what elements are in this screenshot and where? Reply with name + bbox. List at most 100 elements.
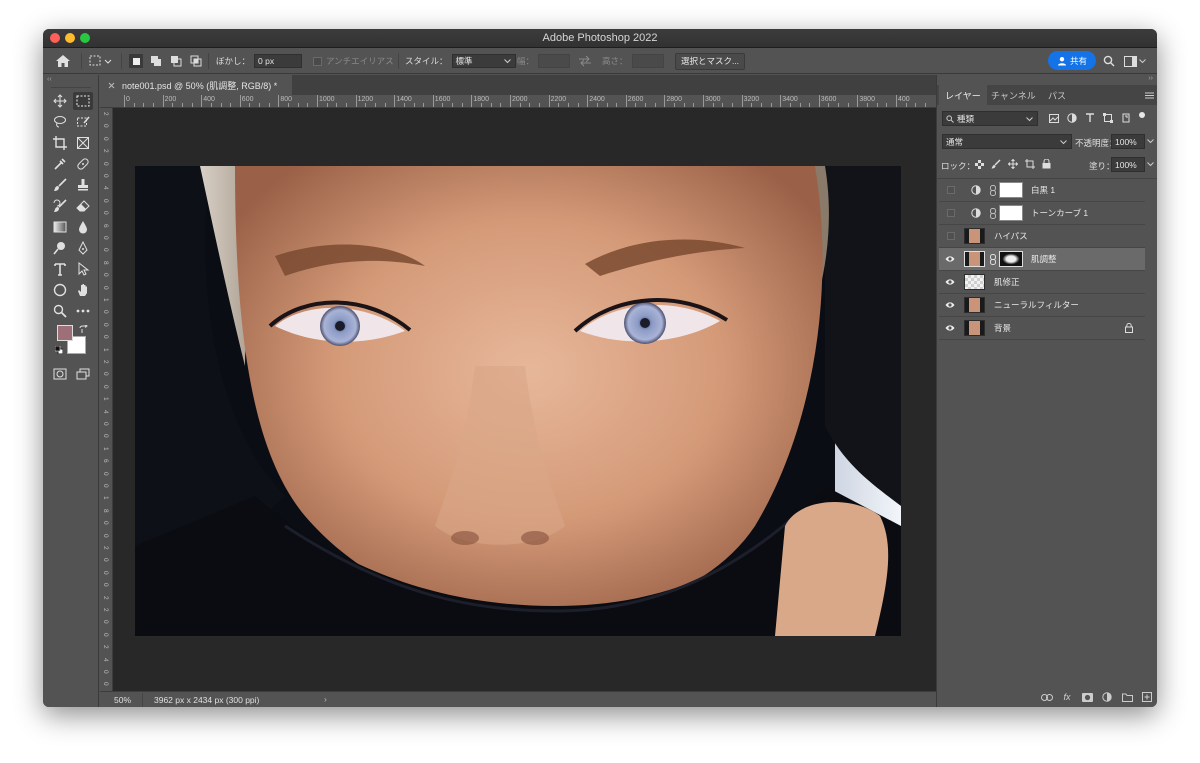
layer-row-skin-fix[interactable]: 肌修正 bbox=[939, 271, 1145, 294]
layer-row-high-pass[interactable]: ハイパス bbox=[939, 225, 1145, 248]
layer-filter-select[interactable]: 種類 bbox=[942, 111, 1038, 126]
close-icon[interactable] bbox=[108, 82, 115, 89]
history-brush-tool[interactable] bbox=[50, 197, 70, 215]
feather-input[interactable]: 0 px bbox=[254, 54, 303, 68]
new-layer-button[interactable] bbox=[1140, 690, 1154, 704]
search-button[interactable] bbox=[1103, 48, 1115, 74]
shape-filter-icon[interactable] bbox=[1103, 113, 1113, 123]
eyedropper-tool[interactable] bbox=[50, 155, 70, 173]
chevron-down-icon[interactable] bbox=[1147, 162, 1154, 167]
path-selection-tool[interactable] bbox=[73, 260, 93, 278]
width-input[interactable] bbox=[538, 54, 571, 68]
chevron-right-icon[interactable]: › bbox=[324, 694, 327, 704]
rect-marquee-tool[interactable] bbox=[73, 92, 93, 110]
mask-thumbnail[interactable] bbox=[999, 182, 1023, 198]
collapse-chevron-icon[interactable]: ‹‹ bbox=[47, 76, 52, 83]
brush-tool[interactable] bbox=[50, 176, 70, 194]
select-and-mask-button[interactable]: 選択とマスク... bbox=[675, 52, 745, 70]
eye-icon[interactable] bbox=[945, 254, 955, 264]
healing-brush-tool[interactable] bbox=[73, 155, 93, 173]
layer-row-neural-filter[interactable]: ニューラルフィルター bbox=[939, 294, 1145, 317]
height-input[interactable] bbox=[631, 54, 664, 68]
layer-row-curves[interactable]: トーンカーブ 1 bbox=[939, 202, 1145, 225]
blend-mode-select[interactable]: 通常 bbox=[942, 134, 1072, 149]
eraser-tool[interactable] bbox=[73, 197, 93, 215]
hand-tool[interactable] bbox=[73, 281, 93, 299]
blur-tool[interactable] bbox=[73, 218, 93, 236]
adjustment-filter-icon[interactable] bbox=[1067, 113, 1077, 123]
eye-icon[interactable] bbox=[945, 323, 955, 333]
chevron-down-icon[interactable] bbox=[1147, 139, 1154, 144]
opacity-input[interactable]: 100% bbox=[1111, 134, 1145, 149]
collapse-chevron-icon[interactable]: ›› bbox=[1148, 75, 1153, 82]
layer-thumbnail[interactable] bbox=[964, 320, 985, 336]
lock-all-icon[interactable] bbox=[1042, 159, 1051, 169]
tab-channels[interactable]: チャンネル bbox=[985, 85, 1042, 105]
layer-row-background[interactable]: 背景 bbox=[939, 317, 1145, 340]
filter-toggle-icon[interactable] bbox=[1139, 112, 1145, 118]
lasso-tool[interactable] bbox=[50, 113, 70, 131]
panel-menu-icon[interactable] bbox=[1145, 92, 1154, 99]
add-mask-button[interactable] bbox=[1080, 690, 1094, 704]
tab-paths[interactable]: パス bbox=[1042, 85, 1072, 105]
image-filter-icon[interactable] bbox=[1049, 113, 1059, 123]
swap-colors-icon[interactable] bbox=[79, 325, 88, 334]
smart-object-filter-icon[interactable] bbox=[1121, 113, 1131, 123]
visibility-toggle-off[interactable] bbox=[947, 186, 955, 194]
home-button[interactable] bbox=[55, 48, 71, 74]
document-info[interactable]: 3962 px x 2434 px (300 ppi) bbox=[154, 695, 259, 705]
style-select[interactable]: 標準 bbox=[451, 54, 516, 68]
pen-tool[interactable] bbox=[73, 239, 93, 257]
intersect-selection-icon[interactable] bbox=[189, 54, 203, 68]
dodge-tool[interactable] bbox=[50, 239, 70, 257]
new-group-button[interactable] bbox=[1120, 690, 1134, 704]
lock-pixels-icon[interactable] bbox=[991, 159, 1001, 169]
foreground-color-swatch[interactable] bbox=[57, 325, 73, 341]
layer-row-black-white[interactable]: 白黒 1 bbox=[939, 179, 1145, 202]
lock-transparent-icon[interactable] bbox=[975, 159, 984, 169]
antialias-checkbox[interactable] bbox=[313, 56, 322, 66]
lock-artboard-icon[interactable] bbox=[1025, 159, 1035, 169]
swap-dimensions-button[interactable] bbox=[578, 48, 592, 74]
gradient-tool[interactable] bbox=[50, 218, 70, 236]
type-tool[interactable] bbox=[50, 260, 70, 278]
move-tool[interactable] bbox=[50, 92, 70, 110]
eye-icon[interactable] bbox=[945, 300, 955, 310]
layer-row-skin-adjust[interactable]: 肌調整 bbox=[939, 248, 1145, 271]
type-filter-icon[interactable] bbox=[1085, 113, 1095, 123]
more-tools[interactable] bbox=[73, 302, 93, 320]
eye-icon[interactable] bbox=[945, 277, 955, 287]
ellipse-tool[interactable] bbox=[50, 281, 70, 299]
document-image[interactable] bbox=[135, 166, 901, 636]
layer-thumbnail[interactable] bbox=[964, 297, 985, 313]
subtract-selection-icon[interactable] bbox=[169, 54, 183, 68]
document-tab[interactable]: note001.psd @ 50% (肌調整, RGB/8) * bbox=[100, 75, 292, 95]
zoom-tool[interactable] bbox=[50, 302, 70, 320]
crop-tool[interactable] bbox=[50, 134, 70, 152]
canvas-area[interactable] bbox=[113, 108, 936, 691]
zoom-level[interactable]: 50% bbox=[114, 695, 131, 705]
lock-position-icon[interactable] bbox=[1008, 159, 1018, 169]
new-adjustment-button[interactable] bbox=[1100, 690, 1114, 704]
visibility-toggle-off[interactable] bbox=[947, 209, 955, 217]
layer-thumbnail[interactable] bbox=[964, 274, 985, 290]
share-button[interactable]: 共有 bbox=[1048, 51, 1096, 70]
object-selection-tool[interactable] bbox=[73, 113, 93, 131]
link-layers-button[interactable] bbox=[1040, 690, 1054, 704]
mask-thumbnail[interactable] bbox=[999, 205, 1023, 221]
stamp-tool[interactable] bbox=[73, 176, 93, 194]
new-selection-icon[interactable] bbox=[129, 54, 143, 68]
mask-thumbnail[interactable] bbox=[999, 251, 1023, 267]
screen-mode-button[interactable] bbox=[73, 365, 93, 383]
tab-layers[interactable]: レイヤー bbox=[939, 85, 987, 105]
default-colors-icon[interactable] bbox=[55, 346, 63, 354]
marquee-preset-picker[interactable] bbox=[89, 48, 113, 74]
quick-mask-button[interactable] bbox=[50, 365, 70, 383]
layer-thumbnail[interactable] bbox=[964, 228, 985, 244]
layer-thumbnail[interactable] bbox=[964, 251, 985, 267]
frame-tool[interactable] bbox=[73, 134, 93, 152]
workspace-button[interactable] bbox=[1124, 48, 1146, 74]
visibility-toggle-off[interactable] bbox=[947, 232, 955, 240]
fx-button[interactable]: fx bbox=[1060, 690, 1074, 704]
add-selection-icon[interactable] bbox=[149, 54, 163, 68]
